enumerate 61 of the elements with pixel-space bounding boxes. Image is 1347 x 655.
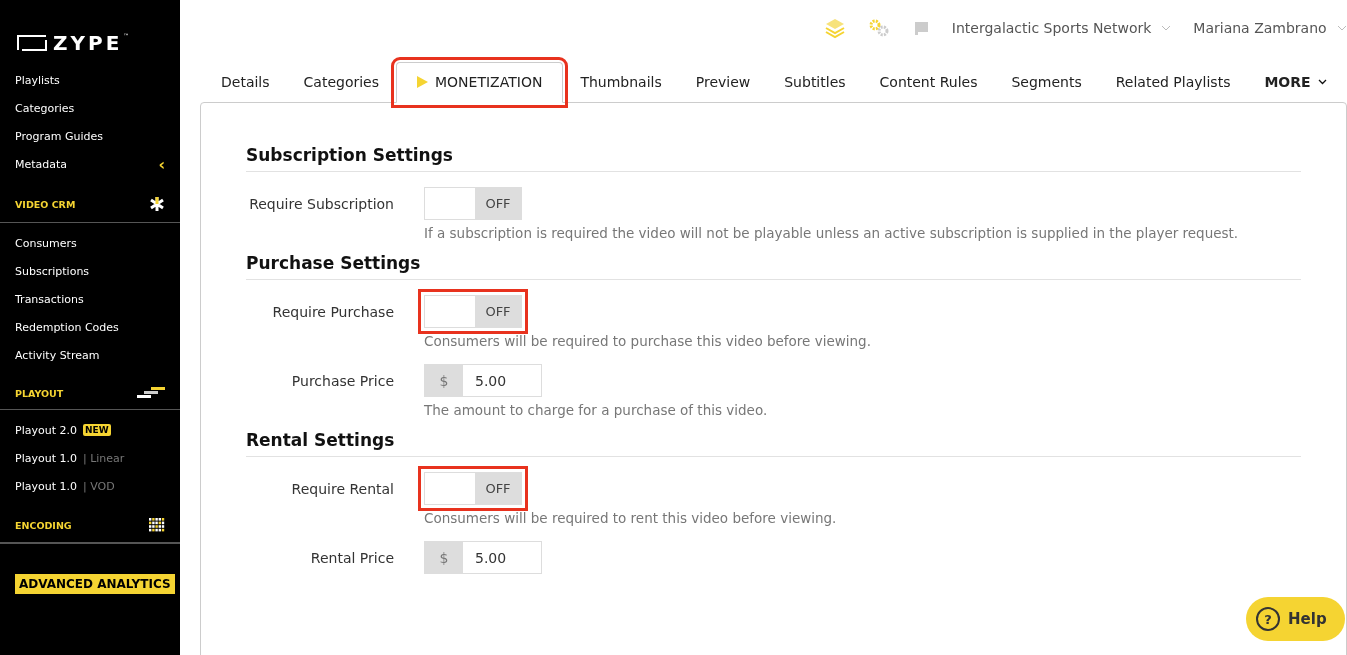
field-label: Require Purchase	[271, 303, 394, 322]
field-label: Purchase Price	[290, 372, 394, 391]
user-dropdown[interactable]: Mariana Zambrano	[1193, 20, 1347, 36]
price-field[interactable]: $ 5.00	[424, 364, 542, 397]
toggle-switch[interactable]: OFF	[424, 295, 522, 328]
layers-icon[interactable]	[823, 17, 846, 39]
sidebar-item[interactable]: Playlists	[15, 73, 60, 87]
section-heading[interactable]: PLAYOUT	[15, 387, 64, 399]
chevron-down-icon	[1317, 79, 1327, 85]
section-title: Rental Settings	[246, 430, 1301, 457]
sidebar-item-note: | VOD	[82, 479, 115, 493]
section-title: Subscription Settings	[246, 145, 1301, 172]
help-text: The amount to charge for a purchase of this video.	[424, 402, 768, 418]
tab[interactable]: Preview	[678, 74, 768, 102]
frame-icon	[17, 35, 47, 51]
chevron-down-icon	[1336, 25, 1347, 31]
sidebar-item[interactable]: Playout 1.0	[15, 479, 77, 493]
new-badge: NEW	[82, 424, 111, 436]
collapse-caret[interactable]: ‹	[158, 154, 165, 174]
sidebar-item[interactable]: Program Guides	[15, 129, 103, 143]
section-heading[interactable]: ENCODING	[15, 519, 72, 531]
sidebar-item[interactable]: Activity Stream	[15, 348, 100, 362]
section-title: Purchase Settings	[246, 253, 1301, 280]
field-label: Require Rental	[290, 480, 394, 499]
tab[interactable]: Thumbnails	[563, 74, 679, 102]
field-label: Require Subscription	[248, 195, 394, 214]
sidebar-item[interactable]: Transactions	[15, 292, 84, 306]
logo-text: ZYPE	[53, 33, 123, 53]
logo[interactable]: ZYPE$^{™}$	[0, 0, 180, 54]
play-icon	[417, 76, 428, 88]
sidebar-item[interactable]: Metadata	[15, 157, 68, 171]
tab[interactable]: Segments	[994, 74, 1099, 102]
field-label: Rental Price	[309, 549, 394, 568]
toggle-switch[interactable]: OFF	[424, 472, 522, 505]
tab[interactable]: Details	[204, 74, 287, 102]
help-text: Consumers will be required to purchase this video before viewing.	[424, 333, 871, 349]
price-field[interactable]: $ 5.00	[424, 541, 542, 574]
chevron-down-icon	[1161, 25, 1172, 31]
tab[interactable]: Content Rules	[862, 74, 995, 102]
sidebar-item-note: | Linear	[82, 451, 125, 465]
stripes-icon	[137, 387, 165, 399]
advanced-analytics-button[interactable]: ADVANCED ANALYTICS	[15, 574, 175, 594]
asterisk-icon	[149, 196, 165, 212]
help-text: If a subscription is required the video will not be playable unless an active subscription is supplied in the player request.	[424, 225, 1239, 241]
sidebar-item[interactable]: Redemption Codes	[15, 320, 119, 334]
more-tab[interactable]: MORE	[1247, 74, 1347, 102]
grid-icon	[149, 518, 165, 532]
tab[interactable]: Categories	[286, 74, 396, 102]
tab[interactable]: Subtitles	[767, 74, 863, 102]
sidebar-item[interactable]: Playout 1.0	[15, 451, 77, 465]
sidebar-item[interactable]: Playout 2.0	[15, 423, 77, 437]
help-button[interactable]: ? Help	[1246, 597, 1345, 641]
sidebar-item[interactable]: Categories	[15, 101, 75, 115]
help-text: Consumers will be required to rent this video before viewing.	[424, 510, 837, 526]
tab[interactable]: Related Playlists	[1098, 74, 1248, 102]
account-dropdown[interactable]: Intergalactic Sports Network	[951, 20, 1172, 36]
sidebar-item[interactable]: Consumers	[15, 236, 77, 250]
sidebar-item[interactable]: Subscriptions	[15, 264, 90, 278]
toggle-switch[interactable]: OFF	[424, 187, 522, 220]
gears-icon[interactable]	[867, 18, 890, 38]
section-heading[interactable]: VIDEO CRM	[15, 198, 76, 210]
